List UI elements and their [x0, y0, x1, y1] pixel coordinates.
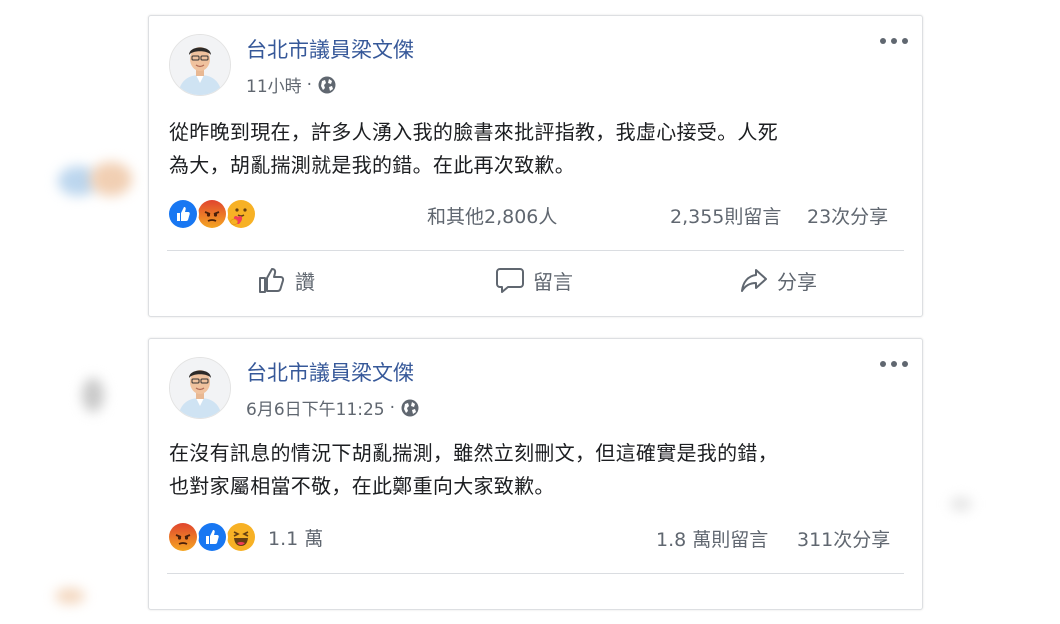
comment-button-label: 留言	[533, 269, 573, 294]
more-options-icon[interactable]	[880, 34, 908, 48]
post-card: 台北市議員梁文傑 6月6日下午11:25 · 在沒有訊息的情況下胡亂揣測，雖然立…	[148, 338, 923, 610]
post-text-line: 為大，胡亂揣測就是我的錯。在此再次致歉。	[169, 153, 575, 177]
share-button[interactable]: 分享	[739, 265, 817, 295]
reaction-icons[interactable]: 1.1 萬	[167, 521, 323, 553]
post-meta: 11小時 ·	[246, 72, 337, 97]
like-icon	[167, 198, 199, 230]
share-count[interactable]: 23次分享	[807, 202, 888, 229]
post-text-line: 從昨晚到現在，許多人湧入我的臉書來批評指教，我虛心接受。人死	[169, 120, 778, 144]
angry-icon	[167, 521, 199, 553]
angry-icon	[196, 198, 228, 230]
post-text: 在沒有訊息的情況下胡亂揣測，雖然立刻刪文，但這確實是我的錯， 也對家屬相當不敬，…	[169, 437, 902, 503]
background-blur	[55, 588, 85, 604]
post-card: 台北市議員梁文傑 11小時 · 從昨晚到現在，許多人湧入我的臉書來批評指教，我虛…	[148, 15, 923, 317]
thumbs-up-icon	[259, 268, 285, 293]
author-name[interactable]: 台北市議員梁文傑	[246, 357, 414, 387]
care-icon	[225, 198, 257, 230]
like-button[interactable]: 讚	[257, 265, 315, 295]
action-bar: 讚 留言 分享	[167, 250, 904, 301]
separator-dot: ·	[306, 74, 313, 95]
reaction-icons[interactable]	[167, 198, 257, 230]
globe-icon	[401, 399, 419, 416]
more-options-icon[interactable]	[880, 357, 908, 371]
background-blur	[82, 378, 104, 412]
background-blur	[90, 162, 132, 196]
speech-bubble-icon	[496, 268, 524, 293]
like-button-label: 讚	[295, 269, 315, 294]
action-bar	[167, 573, 904, 624]
reaction-count[interactable]: 和其他2,806人	[427, 202, 557, 229]
separator-dot: ·	[389, 397, 396, 418]
share-count[interactable]: 311次分享	[797, 525, 890, 552]
reaction-count: 1.1 萬	[268, 527, 324, 550]
share-button-label: 分享	[777, 269, 817, 294]
post-time[interactable]: 6月6日下午11:25	[246, 395, 385, 420]
post-text: 從昨晚到現在，許多人湧入我的臉書來批評指教，我虛心接受。人死 為大，胡亂揣測就是…	[169, 116, 902, 182]
author-name[interactable]: 台北市議員梁文傑	[246, 34, 414, 64]
comment-count[interactable]: 2,355則留言	[670, 202, 781, 229]
post-text-line: 在沒有訊息的情況下胡亂揣測，雖然立刻刪文，但這確實是我的錯，	[169, 441, 778, 465]
post-text-line: 也對家屬相當不敬，在此鄭重向大家致歉。	[169, 474, 555, 498]
background-blur	[950, 497, 972, 511]
globe-icon	[318, 76, 336, 93]
like-icon	[196, 521, 228, 553]
post-meta: 6月6日下午11:25 ·	[246, 395, 420, 420]
comment-button[interactable]: 留言	[495, 265, 573, 295]
avatar[interactable]	[169, 34, 231, 96]
haha-icon	[225, 521, 257, 553]
share-arrow-icon	[741, 269, 767, 292]
avatar[interactable]	[169, 357, 231, 419]
post-time[interactable]: 11小時	[246, 72, 302, 97]
comment-count[interactable]: 1.8 萬則留言	[656, 525, 768, 552]
